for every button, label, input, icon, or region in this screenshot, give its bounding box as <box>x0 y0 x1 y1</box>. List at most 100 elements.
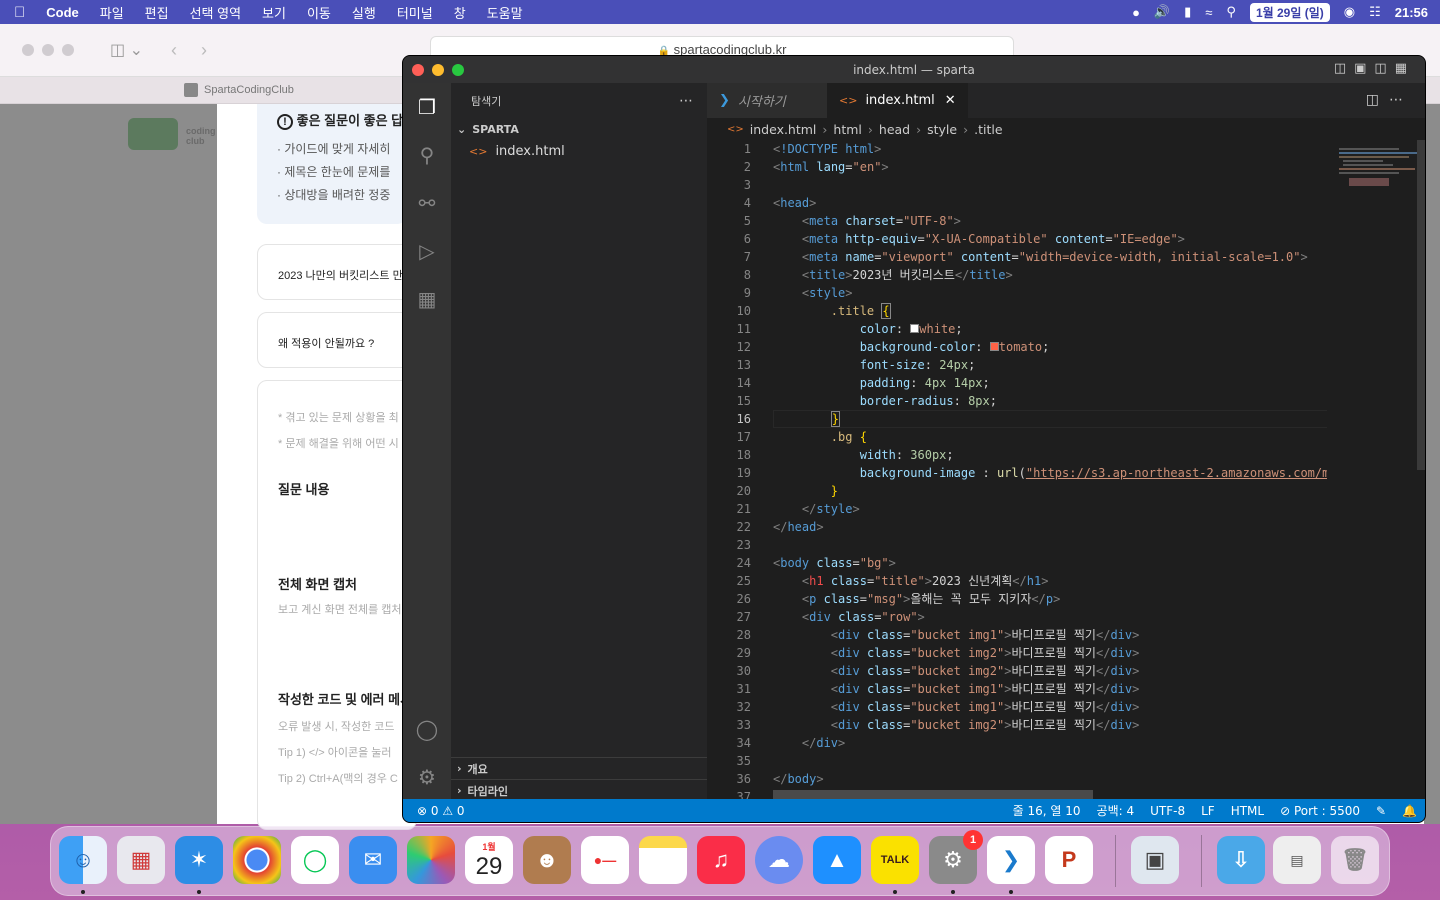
account-icon[interactable]: ◯ <box>415 717 439 741</box>
finder-icon[interactable]: ☺ <box>59 836 107 884</box>
trash-icon[interactable]: 🗑 <box>1331 836 1379 884</box>
minimize-button[interactable] <box>42 44 54 56</box>
menu-view[interactable]: 보기 <box>262 3 286 22</box>
subtitle-input-card[interactable]: 왜 적용이 안될까요 ? <box>257 312 417 368</box>
photos-icon[interactable] <box>407 836 455 884</box>
powerpoint-icon[interactable]: P <box>1045 836 1093 884</box>
calendar-icon[interactable]: 1월 29 <box>465 836 513 884</box>
sidebar-toggle-icon[interactable]: ◫ ⌄ <box>110 40 143 60</box>
menu-edit[interactable]: 편집 <box>145 3 169 22</box>
problems-indicator[interactable]: ⊗ 0 ⚠ 0 <box>417 804 465 818</box>
info-icon: ! <box>277 114 293 130</box>
zoom-button[interactable] <box>452 64 464 76</box>
page-dim-left: coding club <box>0 104 217 824</box>
cloud-music-icon[interactable]: ☁ <box>755 836 803 884</box>
contacts-icon[interactable]: ☻ <box>523 836 571 884</box>
timeline-panel[interactable]: › 타임라인 <box>451 779 707 801</box>
kakaotalk-icon[interactable]: TALK <box>871 836 919 884</box>
forward-icon[interactable]: › <box>201 40 207 61</box>
search-icon[interactable]: ⚲ <box>1226 4 1236 20</box>
run-debug-icon[interactable]: ▷ <box>415 239 439 263</box>
document-stack-icon[interactable]: ▤ <box>1273 836 1321 884</box>
line-number: 36 <box>736 772 751 786</box>
breadcrumb-html[interactable]: html <box>833 122 861 137</box>
tab-index-html[interactable]: <> index.html ✕ <box>827 83 968 118</box>
breadcrumb-style[interactable]: style <box>927 122 957 137</box>
screen-record-icon[interactable]: ◉ <box>1344 4 1355 20</box>
breadcrumb-file[interactable]: index.html <box>750 122 817 137</box>
breadcrumb-title[interactable]: .title <box>974 122 1002 137</box>
code-line: <div class="bucket img1">바디프로필 찍기</div> <box>830 700 1140 714</box>
volume-icon[interactable]: 🔊 <box>1154 4 1170 20</box>
app-store-icon[interactable]: ▲ <box>813 836 861 884</box>
back-icon[interactable]: ‹ <box>171 40 177 61</box>
close-button[interactable] <box>22 44 34 56</box>
editor-area: ❯ 시작하기 <> index.html ✕ ◫⋯ <> index.html ›… <box>707 83 1425 801</box>
menu-run[interactable]: 실행 <box>352 3 376 22</box>
mail-icon[interactable]: ✉ <box>349 836 397 884</box>
wifi-icon[interactable]: ≈ <box>1205 5 1212 20</box>
safari-icon[interactable]: ✶ <box>175 836 223 884</box>
live-server-port[interactable]: ⊘ Port : 5500 <box>1280 804 1360 818</box>
close-tab-icon[interactable]: ✕ <box>945 93 956 108</box>
feedback-icon[interactable]: ✎ <box>1376 804 1386 818</box>
apple-icon[interactable]:  <box>14 4 25 21</box>
search-icon[interactable]: ⚲ <box>415 143 439 167</box>
battery-icon[interactable]: ▮ <box>1184 4 1191 20</box>
line-number: 34 <box>736 736 751 750</box>
menu-go[interactable]: 이동 <box>307 3 331 22</box>
encoding[interactable]: UTF-8 <box>1150 804 1185 818</box>
vertical-scrollbar[interactable] <box>1417 140 1425 470</box>
date-display[interactable]: 1월 29일 (일) <box>1249 2 1330 22</box>
preview-icon[interactable]: ▣ <box>1131 836 1179 884</box>
control-center-icon[interactable]: ☷ <box>1369 4 1381 20</box>
clock[interactable]: 21:56 <box>1395 5 1428 20</box>
site-logo[interactable]: coding club <box>128 118 216 154</box>
more-actions-icon[interactable]: ⋯ <box>679 93 693 109</box>
close-button[interactable] <box>412 64 424 76</box>
chrome-icon[interactable] <box>233 836 281 884</box>
line-ending[interactable]: LF <box>1201 804 1215 818</box>
line-number: 1 <box>743 142 751 156</box>
code-editor[interactable]: 1 2 3 4 5 6 7 8 9 10 11 12 13 14 15 16 1… <box>707 140 1327 800</box>
form-hint: * 겪고 있는 문제 상황을 최 <box>278 412 399 424</box>
settings-gear-icon[interactable]: ⚙ <box>415 765 439 789</box>
music-icon[interactable]: ♫ <box>697 836 745 884</box>
minimize-button[interactable] <box>432 64 444 76</box>
notes-icon[interactable] <box>639 836 687 884</box>
editor-actions[interactable]: ◫⋯ <box>1352 83 1425 118</box>
explorer-icon[interactable]: ❐ <box>415 95 439 119</box>
launchpad-icon[interactable]: ▦ <box>117 836 165 884</box>
system-preferences-icon[interactable]: ⚙ 1 <box>929 830 983 884</box>
chat-bubble-icon[interactable]: ● <box>1132 5 1140 20</box>
menu-terminal[interactable]: 터미널 <box>397 3 433 22</box>
file-row[interactable]: <> index.html <box>451 140 707 162</box>
notifications-icon[interactable]: 🔔 <box>1402 804 1417 818</box>
folder-row[interactable]: ⌄ SPARTA <box>451 118 707 140</box>
source-control-icon[interactable]: ⚯ <box>415 191 439 215</box>
menu-file[interactable]: 파일 <box>100 3 124 22</box>
line-number: 18 <box>736 448 751 462</box>
reminders-icon[interactable]: ●— <box>581 836 629 884</box>
vscode-window: index.html — sparta ◫▣◫▦ ❐ ⚲ ⚯ ▷ ▦ ◯ ⚙ 탐… <box>402 55 1426 823</box>
title-input-card[interactable]: 2023 나만의 버킷리스트 만 <box>257 244 417 300</box>
editor-tabs: ❯ 시작하기 <> index.html ✕ ◫⋯ <box>707 83 1425 118</box>
menu-selection[interactable]: 선택 영역 <box>190 3 241 22</box>
indentation[interactable]: 공백: 4 <box>1097 802 1135 819</box>
minimap[interactable] <box>1329 140 1425 800</box>
cursor-position[interactable]: 줄 16, 열 10 <box>1013 802 1081 819</box>
menu-help[interactable]: 도움말 <box>487 3 523 22</box>
language-mode[interactable]: HTML <box>1231 804 1264 818</box>
breadcrumb-head[interactable]: head <box>879 122 910 137</box>
zoom-button[interactable] <box>62 44 74 56</box>
menu-window[interactable]: 창 <box>454 3 466 22</box>
tab-welcome[interactable]: ❯ 시작하기 <box>707 83 827 118</box>
downloads-folder-icon[interactable]: ⇩ <box>1217 836 1265 884</box>
extensions-icon[interactable]: ▦ <box>415 287 439 311</box>
vscode-icon[interactable]: ❯ <box>987 836 1035 884</box>
layout-icons[interactable]: ◫▣◫▦ <box>1334 61 1415 76</box>
line-icon[interactable]: ◯ <box>291 836 339 884</box>
code-line: border-radius: 8px; <box>859 394 997 408</box>
outline-panel[interactable]: › 개요 <box>451 757 707 779</box>
app-menu-code[interactable]: Code <box>46 5 79 20</box>
